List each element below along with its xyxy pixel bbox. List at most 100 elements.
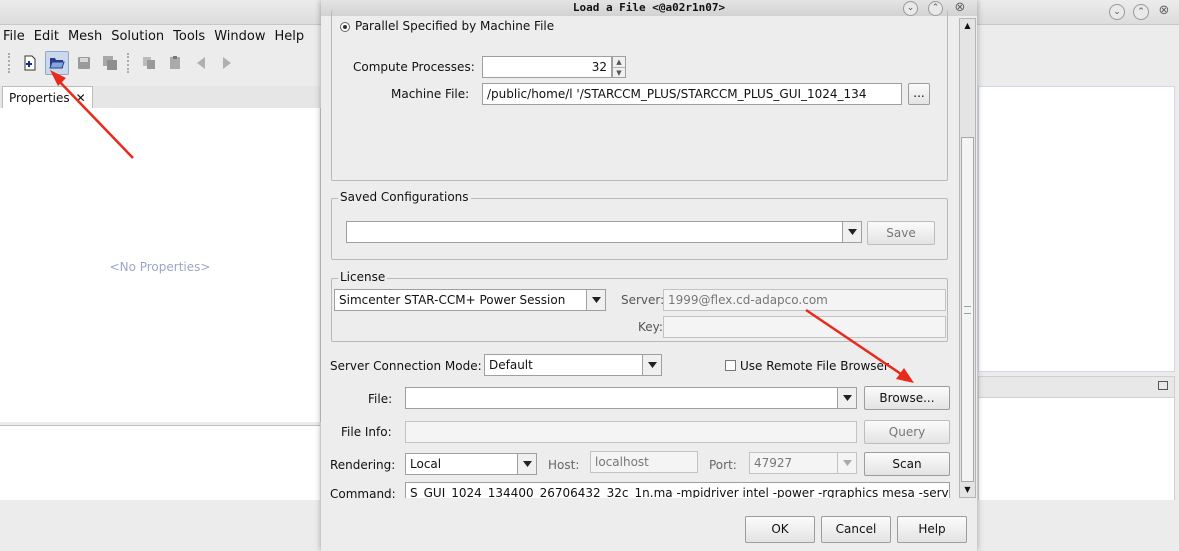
- dialog-scrollbar[interactable]: ▲ ▼: [959, 18, 976, 498]
- file-label: File:: [368, 392, 393, 406]
- remote-file-browser-checkbox[interactable]: [725, 360, 736, 371]
- save-icon: [78, 57, 90, 69]
- saved-configurations-combo[interactable]: [346, 221, 862, 243]
- save-as-icon: [103, 56, 117, 70]
- load-simulation-button[interactable]: [45, 51, 69, 75]
- minimize-panel-icon[interactable]: [1158, 381, 1168, 390]
- menu-help[interactable]: Help: [271, 27, 310, 47]
- forward-button[interactable]: [216, 52, 238, 74]
- command-input[interactable]: S_GUI_1024_134400_26706432_32c_1n.ma -mp…: [405, 482, 950, 498]
- menu-tools[interactable]: Tools: [170, 27, 211, 47]
- close-tab-icon[interactable]: ✕: [76, 91, 86, 105]
- folder-open-icon: [49, 58, 65, 69]
- server-input[interactable]: 1999@flex.cd-adapco.com: [663, 289, 946, 311]
- copy-button[interactable]: [138, 52, 160, 74]
- no-properties-text: <No Properties>: [109, 260, 211, 274]
- license-group: License Simcenter STAR-CCM+ Power Sessio…: [331, 270, 948, 342]
- tab-properties[interactable]: Properties ✕: [2, 86, 93, 108]
- main-toolbar: [0, 50, 238, 76]
- scroll-up-icon[interactable]: ▲: [962, 21, 973, 31]
- new-simulation-button[interactable]: [19, 52, 41, 74]
- properties-tabstrip: Properties ✕: [0, 86, 320, 109]
- license-type-combo[interactable]: Simcenter STAR-CCM+ Power Session: [334, 289, 606, 311]
- file-info-field: [405, 421, 857, 443]
- close-icon[interactable]: ⊗: [1157, 4, 1171, 18]
- rendering-value: Local: [410, 457, 442, 471]
- server-connection-label: Server Connection Mode:: [330, 359, 482, 373]
- process-options-group: Parallel Specified by Machine File Compu…: [331, 10, 948, 181]
- compute-processes-input[interactable]: 32: [482, 56, 612, 78]
- properties-panel: <No Properties>: [0, 108, 321, 422]
- rendering-label: Rendering:: [330, 458, 396, 472]
- remote-file-browser-label: Use Remote File Browser: [740, 359, 889, 373]
- license-title: License: [338, 270, 388, 284]
- ok-button[interactable]: OK: [745, 516, 815, 543]
- server-label: Server:: [621, 293, 665, 307]
- saved-configurations-title: Saved Configurations: [338, 190, 471, 204]
- chevron-down-icon[interactable]: [642, 355, 661, 375]
- chevron-down-icon[interactable]: [837, 388, 856, 408]
- chevron-down-icon[interactable]: [517, 454, 536, 474]
- app-window-controls: ⌄ ⌃ ⊗: [1109, 4, 1171, 20]
- thumb-grip-icon: [964, 306, 971, 314]
- dialog-close-icon[interactable]: ⊗: [953, 1, 967, 15]
- query-button[interactable]: Query: [864, 420, 950, 444]
- spinner-down-icon[interactable]: ▼: [613, 68, 625, 78]
- spinner-up-icon[interactable]: ▲: [613, 57, 625, 68]
- scrollbar-thumb[interactable]: [961, 137, 974, 482]
- new-file-icon: [24, 55, 36, 71]
- save-button[interactable]: [73, 52, 95, 74]
- load-file-dialog: Load a File <@a02r1n07> ⌄ ⌃ ⊗ Parallel S…: [321, 0, 977, 551]
- port-value: 47927: [754, 456, 793, 470]
- license-type-value: Simcenter STAR-CCM+ Power Session: [339, 293, 566, 307]
- tab-properties-label: Properties: [9, 90, 70, 105]
- file-combo[interactable]: [405, 387, 857, 409]
- host-label: Host:: [548, 458, 580, 472]
- copy-icon: [143, 57, 155, 69]
- compute-processes-label: Compute Processes:: [353, 60, 475, 74]
- server-connection-combo[interactable]: Default: [484, 354, 662, 376]
- machine-file-label: Machine File:: [391, 87, 470, 101]
- server-connection-value: Default: [489, 358, 533, 372]
- help-button[interactable]: Help: [897, 516, 967, 543]
- save-as-button[interactable]: [99, 52, 121, 74]
- arrow-left-icon: [197, 57, 205, 69]
- machine-file-input[interactable]: /public/home/l '/STARCCM_PLUS/STARCCM_PL…: [482, 83, 902, 105]
- back-button[interactable]: [190, 52, 212, 74]
- menu-bar: File Edit Mesh Solution Tools Window Hel…: [0, 27, 310, 47]
- paste-button[interactable]: [164, 52, 186, 74]
- right-upper-panel: [978, 86, 1175, 372]
- minimize-icon[interactable]: ⌄: [1109, 4, 1125, 20]
- saved-configurations-group: Saved Configurations Save: [331, 190, 948, 260]
- output-panel-header: [978, 376, 1175, 398]
- paste-icon: [170, 56, 180, 69]
- toolbar-grip: [127, 53, 132, 73]
- chevron-down-icon[interactable]: [586, 290, 605, 310]
- key-input[interactable]: [663, 316, 946, 338]
- save-config-button[interactable]: Save: [867, 221, 935, 245]
- port-label: Port:: [709, 458, 737, 472]
- port-combo[interactable]: 47927: [749, 452, 857, 474]
- machine-file-browse-button[interactable]: ...: [908, 83, 930, 105]
- menu-edit[interactable]: Edit: [31, 27, 65, 47]
- scan-button[interactable]: Scan: [864, 452, 950, 476]
- menu-window[interactable]: Window: [211, 27, 271, 47]
- compute-processes-spinner[interactable]: ▲ ▼: [612, 56, 626, 78]
- scroll-down-icon[interactable]: ▼: [962, 485, 973, 495]
- key-label: Key:: [638, 320, 663, 334]
- maximize-icon[interactable]: ⌃: [1133, 4, 1149, 20]
- toolbar-grip: [8, 53, 13, 73]
- arrow-right-icon: [223, 57, 231, 69]
- chevron-down-icon[interactable]: [837, 453, 856, 473]
- menu-file[interactable]: File: [0, 27, 31, 47]
- host-input[interactable]: localhost: [590, 451, 698, 473]
- parallel-machine-file-radio[interactable]: [340, 22, 350, 32]
- menu-solution[interactable]: Solution: [108, 27, 170, 47]
- cancel-button[interactable]: Cancel: [821, 516, 891, 543]
- file-info-label: File Info:: [341, 425, 392, 439]
- browse-button[interactable]: Browse...: [864, 386, 950, 410]
- parallel-machine-file-label: Parallel Specified by Machine File: [355, 19, 555, 33]
- rendering-combo[interactable]: Local: [405, 453, 537, 475]
- chevron-down-icon[interactable]: [842, 222, 861, 242]
- menu-mesh[interactable]: Mesh: [65, 27, 108, 47]
